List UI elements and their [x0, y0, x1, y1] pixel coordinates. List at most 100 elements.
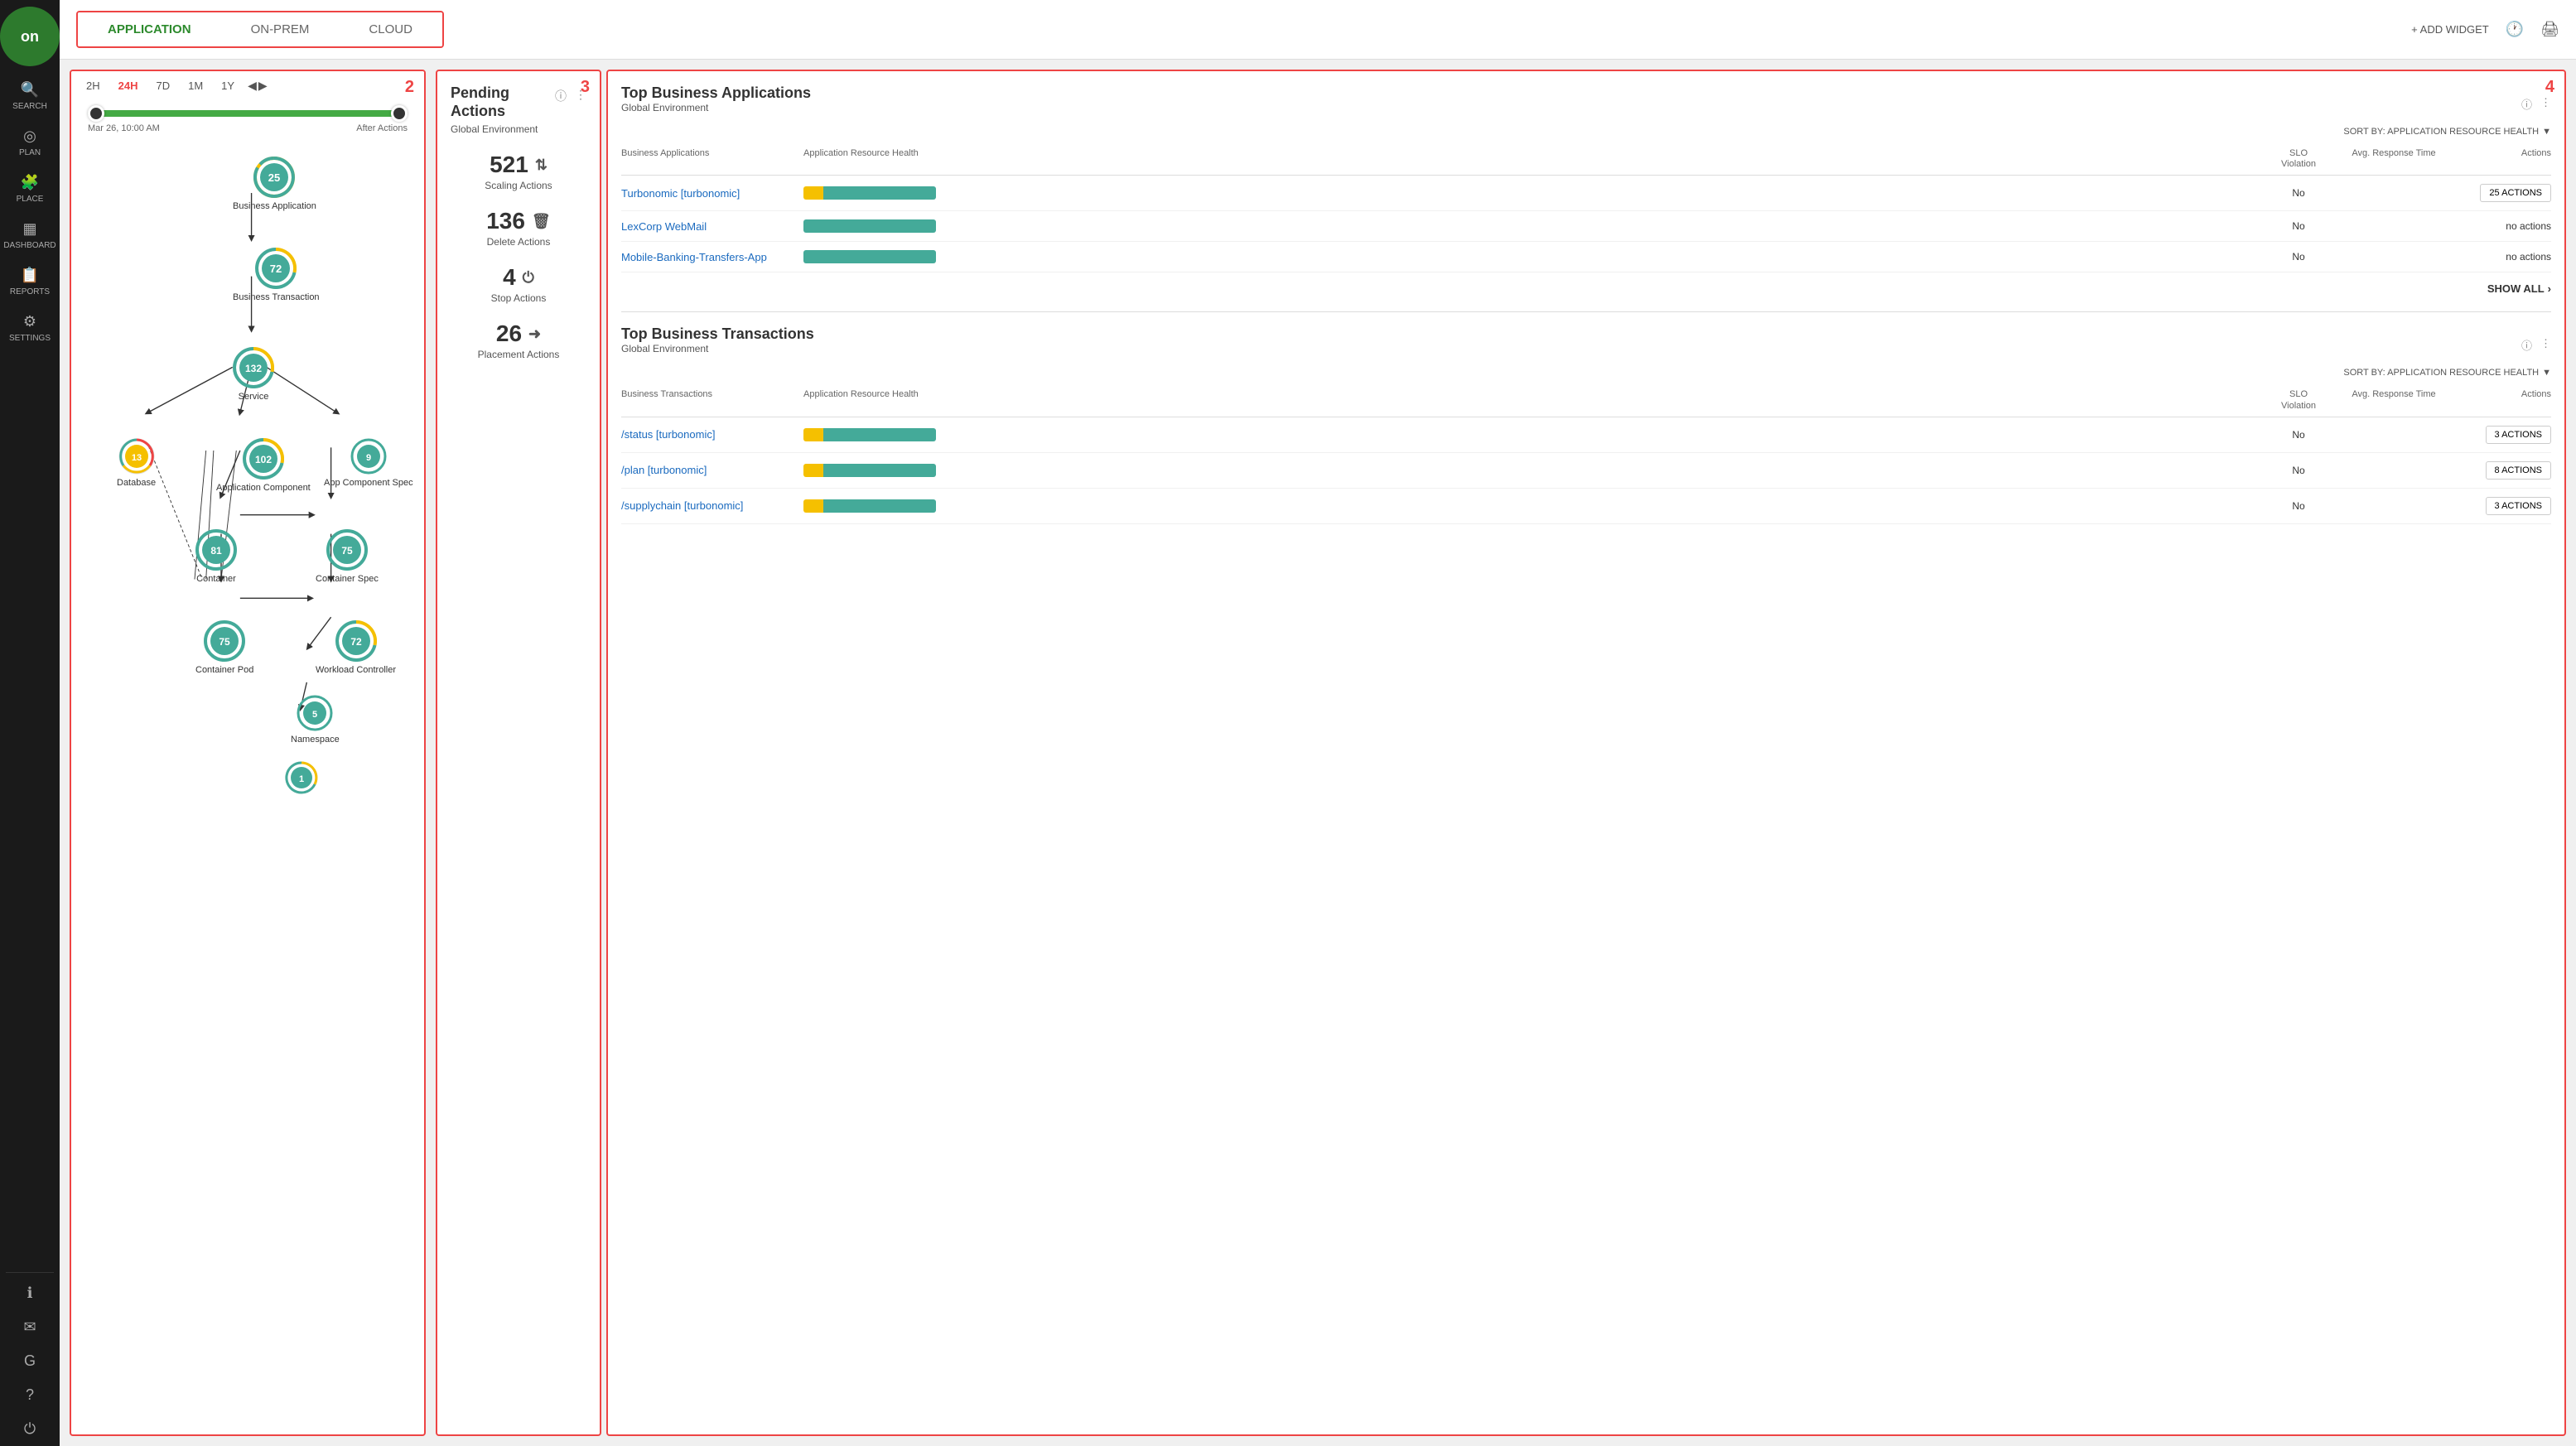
- biz-apps-header: Top Business Applications Global Environ…: [621, 84, 2551, 123]
- topology-graph: 25 Business Application 72: [71, 140, 424, 761]
- node-namespace-label: Namespace: [291, 735, 340, 745]
- tab-onprem[interactable]: ON-PREM: [221, 12, 340, 46]
- delete-actions[interactable]: 136 🗑 Delete Actions: [451, 208, 586, 248]
- slider-track[interactable]: [88, 110, 408, 117]
- node-biz-app-label: Business Application: [233, 201, 316, 211]
- trans-name-2[interactable]: /plan [turbonomic]: [621, 464, 803, 476]
- add-widget-button[interactable]: + ADD WIDGET: [2411, 23, 2489, 36]
- sidebar-item-place[interactable]: 🧩 PLACE: [0, 166, 60, 212]
- node-container-pod[interactable]: 75 Container Pod: [195, 620, 253, 675]
- sidebar-item-settings[interactable]: ⚙ SETTINGS: [0, 305, 60, 351]
- node-database[interactable]: 13 Database: [117, 438, 156, 488]
- node-app-comp-spec[interactable]: 9 App Component Spec: [324, 438, 413, 488]
- slo-3: No: [2261, 251, 2336, 263]
- stop-label: Stop Actions: [491, 292, 547, 304]
- show-all-label: SHOW ALL: [2487, 282, 2545, 295]
- actions-cell-1: 25 ACTIONS: [2452, 184, 2551, 202]
- slider-thumb-right[interactable]: [391, 105, 408, 122]
- biz-apps-more-icon[interactable]: ⋮: [2540, 96, 2551, 112]
- scaling-actions[interactable]: 521 ⇅ Scaling Actions: [451, 152, 586, 191]
- node-service[interactable]: 132 Service: [233, 347, 274, 402]
- trans-btn-2[interactable]: 8 ACTIONS: [2486, 461, 2551, 480]
- slo-1: No: [2261, 187, 2336, 199]
- col-header-trans-slo: SLOViolation: [2261, 389, 2336, 411]
- placement-actions[interactable]: 26 ➜ Placement Actions: [451, 321, 586, 360]
- trans-btn-3[interactable]: 3 ACTIONS: [2486, 497, 2551, 515]
- time-arrows: ◀ ▶: [248, 79, 268, 93]
- sidebar-item-help[interactable]: ?: [0, 1378, 60, 1412]
- biz-trans-icons: ⓘ ⋮: [2521, 337, 2551, 353]
- prev-arrow[interactable]: ◀: [248, 79, 257, 93]
- time-1m[interactable]: 1M: [183, 78, 208, 94]
- biz-apps-title: Top Business Applications: [621, 84, 811, 102]
- stop-icon: ⏻: [523, 269, 534, 287]
- next-arrow[interactable]: ▶: [258, 79, 268, 93]
- sidebar-item-info[interactable]: ℹ: [0, 1276, 60, 1310]
- history-icon[interactable]: 🕐: [2506, 21, 2524, 38]
- node-biz-app[interactable]: 25 Business Application: [233, 157, 316, 211]
- tab-cloud[interactable]: CLOUD: [339, 12, 442, 46]
- node-workload[interactable]: 72 Workload Controller: [316, 620, 396, 675]
- col-header-trans-health: Application Resource Health: [803, 389, 2261, 411]
- trans-name-1[interactable]: /status [turbonomic]: [621, 428, 803, 441]
- node-container[interactable]: 81 Container: [195, 529, 237, 584]
- biz-trans-more-icon[interactable]: ⋮: [2540, 337, 2551, 353]
- biz-app-name-2[interactable]: LexCorp WebMail: [621, 220, 803, 233]
- time-1y[interactable]: 1Y: [216, 78, 239, 94]
- node-container-spec[interactable]: 75 Container Spec: [316, 529, 379, 584]
- node-container-pod-label: Container Pod: [195, 665, 253, 675]
- node-app-comp[interactable]: 102 Application Component: [216, 438, 311, 493]
- trans-btn-1[interactable]: 3 ACTIONS: [2486, 426, 2551, 444]
- sidebar-item-power[interactable]: ⏻: [0, 1412, 60, 1446]
- print-icon[interactable]: 🖨: [2540, 21, 2559, 38]
- sidebar-item-search[interactable]: 🔍 SEARCH: [0, 73, 60, 119]
- trans-health-bar-3: [803, 499, 2261, 513]
- node-biz-trans[interactable]: 72 Business Transaction: [233, 248, 320, 302]
- node-bottom[interactable]: 1: [285, 761, 318, 794]
- sidebar-item-plan[interactable]: ◎ PLAN: [0, 119, 60, 166]
- trans-slo-2: No: [2261, 465, 2336, 476]
- trans-name-3[interactable]: /supplychain [turbonomic]: [621, 499, 803, 512]
- biz-trans-row-1: /status [turbonomic] No 3 ACTIONS: [621, 417, 2551, 453]
- sidebar: on 🔍 SEARCH ◎ PLAN 🧩 PLACE ▦ DASHBOARD 📋…: [0, 0, 60, 1446]
- placement-label: Placement Actions: [478, 349, 560, 360]
- pending-help-icon[interactable]: ⓘ: [555, 88, 567, 104]
- biz-trans-header: Top Business Transactions Global Environ…: [621, 325, 2551, 364]
- time-2h[interactable]: 2H: [81, 78, 105, 94]
- time-7d[interactable]: 7D: [151, 78, 175, 94]
- node-service-label: Service: [239, 392, 269, 402]
- sidebar-item-reports[interactable]: 📋 REPORTS: [0, 258, 60, 305]
- show-all-biz-apps[interactable]: SHOW ALL ›: [621, 272, 2551, 305]
- health-bar-2: [803, 219, 2261, 233]
- content-area: 2 2H 24H 7D 1M 1Y ◀ ▶: [60, 60, 2576, 1446]
- tab-application[interactable]: APPLICATION: [78, 12, 221, 46]
- biz-trans-help-icon[interactable]: ⓘ: [2521, 337, 2532, 353]
- biz-app-name-1[interactable]: Turbonomic [turbonomic]: [621, 187, 803, 200]
- node-workload-label: Workload Controller: [316, 665, 396, 675]
- health-bar-visual-1: [803, 186, 936, 200]
- node-namespace[interactable]: 5 Namespace: [291, 695, 340, 745]
- sidebar-item-google[interactable]: G: [0, 1344, 60, 1378]
- slider-thumb-left[interactable]: [88, 105, 104, 122]
- sidebar-item-dashboard[interactable]: ▦ DASHBOARD: [0, 212, 60, 258]
- biz-app-name-3[interactable]: Mobile-Banking-Transfers-App: [621, 251, 803, 263]
- node-app-comp-label: Application Component: [216, 483, 311, 493]
- biz-apps-help-icon[interactable]: ⓘ: [2521, 96, 2532, 112]
- pending-title: Pending Actions Global Environment: [451, 84, 555, 135]
- delete-count: 136: [486, 208, 525, 234]
- health-full-green-3: [803, 250, 936, 263]
- pending-actions-panel: 3 Pending Actions Global Environment ⓘ ⋮…: [436, 70, 601, 1436]
- scaling-count: 521: [490, 152, 528, 178]
- node-container-label: Container: [196, 574, 236, 584]
- stop-actions[interactable]: 4 ⏻ Stop Actions: [451, 264, 586, 304]
- sidebar-item-mail[interactable]: ✉: [0, 1310, 60, 1344]
- time-area: 2H 24H 7D 1M 1Y ◀ ▶: [71, 71, 424, 140]
- biz-trans-sort-bar[interactable]: SORT BY: APPLICATION RESOURCE HEALTH ▼: [621, 368, 2551, 378]
- app-logo[interactable]: on: [0, 7, 60, 66]
- biz-trans-row-2: /plan [turbonomic] No 8 ACTIONS: [621, 453, 2551, 489]
- time-controls: 2H 24H 7D 1M 1Y ◀ ▶: [71, 71, 424, 100]
- actions-btn-1[interactable]: 25 ACTIONS: [2480, 184, 2551, 202]
- sort-label: SORT BY: APPLICATION RESOURCE HEALTH: [2343, 127, 2539, 137]
- time-24h[interactable]: 24H: [113, 78, 143, 94]
- biz-apps-sort-bar[interactable]: SORT BY: APPLICATION RESOURCE HEALTH ▼: [621, 127, 2551, 137]
